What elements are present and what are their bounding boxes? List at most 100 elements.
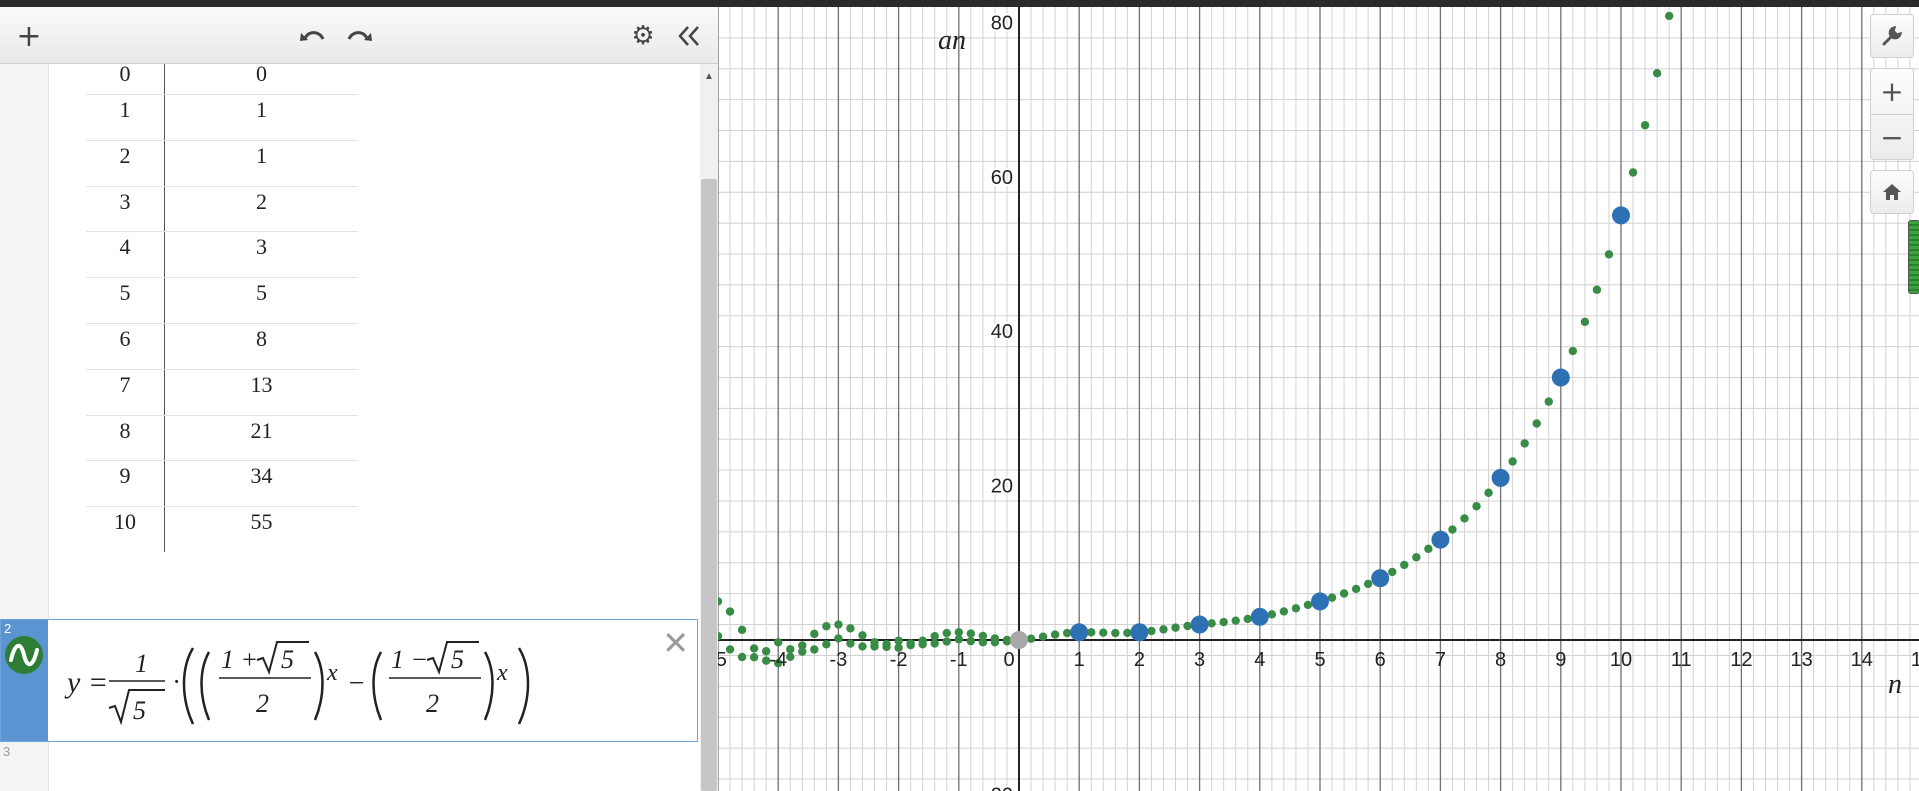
formula-sqrt-five-plus: 5 (281, 645, 294, 674)
x-tick-label: -2 (890, 649, 908, 671)
formula-one: 1 (135, 649, 148, 678)
table-row[interactable]: 10 55 (86, 507, 358, 552)
home-icon[interactable] (1870, 170, 1914, 214)
plus-icon[interactable]: + (12, 19, 46, 54)
x-tick-label: 2 (1134, 649, 1145, 671)
table-cell-n[interactable]: 9 (86, 461, 165, 507)
top-bar (0, 0, 1919, 7)
y-tick-label: 20 (991, 476, 1013, 498)
table-cell-an[interactable]: 21 (165, 416, 358, 461)
table-cell-an[interactable]: 0 (165, 64, 358, 94)
table-point (1070, 623, 1089, 642)
x-tick-label: -4 (769, 649, 787, 671)
expression-number: 3 (3, 744, 11, 759)
table-cell-n[interactable]: 4 (86, 232, 165, 278)
table-point (1431, 530, 1450, 549)
table-row[interactable]: 7 13 (86, 369, 358, 416)
expression-color-tab[interactable]: 2 (1, 620, 48, 741)
formula-exp-minus: x (496, 660, 508, 686)
curve-dot (1327, 593, 1337, 602)
expression-row-formula[interactable]: 2 ✕ y = 1 5 · 1 + 5 2 x − 1 − 5 2 x (0, 619, 698, 742)
curve-dot (1062, 628, 1072, 638)
table-cell-an[interactable]: 13 (165, 370, 358, 415)
table-cell-n[interactable]: 5 (86, 278, 165, 323)
y-axis-label: an (938, 25, 966, 56)
table-cell-an[interactable]: 2 (165, 187, 358, 232)
curve-dot (1303, 600, 1313, 610)
curve-dot (966, 629, 976, 638)
curve-dot (1412, 553, 1421, 562)
table-row[interactable]: 8 21 (86, 415, 358, 462)
curve-dot-lower (990, 638, 1000, 647)
x-tick-label: 8 (1495, 649, 1506, 671)
curve-dot-lower (906, 639, 915, 648)
graph-paper[interactable]: -5-4-3-2-1012345678910111213141580604020… (718, 7, 1919, 791)
curve-dot-lower (725, 645, 735, 654)
curve-dot-lower (882, 639, 891, 649)
formula-dot: · (173, 667, 180, 696)
scrollbar-thumb[interactable] (701, 179, 717, 791)
curve-dot (1171, 623, 1180, 632)
table-cell-an[interactable]: 1 (165, 141, 358, 186)
table-row[interactable]: 68 (86, 323, 358, 370)
wave-graph-icon[interactable] (5, 636, 43, 674)
double-chevron-left-icon[interactable] (672, 19, 706, 53)
table-cell-an[interactable]: 3 (165, 232, 358, 277)
curve-dot-lower (870, 642, 879, 651)
table-row[interactable]: 55 (86, 278, 358, 324)
curve-dot-lower (810, 645, 819, 654)
curve-dot (1484, 488, 1493, 497)
formula-math[interactable]: y = 1 5 · 1 + 5 2 x − 1 − 5 2 x (63, 636, 643, 730)
graph-canvas[interactable]: -5-4-3-2-1012345678910111213141580604020… (718, 7, 1919, 791)
x-tick-label: 12 (1730, 649, 1752, 671)
curve-dot-lower (834, 634, 843, 643)
table-row[interactable]: 11 (86, 95, 358, 141)
curve-dot-lower (737, 652, 747, 662)
table-cell-n[interactable]: 1 (86, 95, 165, 140)
table-row[interactable]: 9 34 (86, 461, 358, 508)
zoom-out-button[interactable]: − (1871, 114, 1913, 159)
table-cell-n[interactable]: 0 (86, 64, 165, 94)
curve-dot (1544, 397, 1553, 406)
scroll-up-arrow-icon[interactable]: ▲ (704, 71, 714, 82)
x-tick-label: 13 (1790, 649, 1812, 671)
table-cell-n[interactable]: 10 (86, 507, 165, 552)
curve-dot (1568, 346, 1578, 356)
table-cell-an[interactable]: 55 (165, 507, 358, 552)
curve-dot-lower (786, 645, 795, 654)
curve-dot (1604, 250, 1614, 259)
undo-icon[interactable] (296, 19, 330, 53)
zoom-controls: + − (1870, 68, 1914, 160)
table-cell-n[interactable]: 6 (86, 323, 165, 369)
wrench-icon[interactable] (1870, 14, 1914, 58)
zoom-in-button[interactable]: + (1871, 69, 1913, 113)
curve-dot (930, 631, 939, 641)
curve-dot (1448, 525, 1457, 534)
table-cell-an[interactable]: 1 (165, 95, 358, 140)
curve-dot (1339, 589, 1349, 598)
table-cell-n[interactable]: 3 (86, 186, 165, 232)
table-row[interactable]: 00 (86, 64, 358, 95)
curve-dot (1628, 168, 1638, 177)
curve-dot (1580, 317, 1590, 327)
close-icon[interactable]: ✕ (662, 624, 689, 662)
gear-icon[interactable]: ⚙ (626, 19, 660, 53)
table-row[interactable]: 21 (86, 140, 358, 187)
curve-dot-lower (774, 638, 783, 647)
x-tick-label: 4 (1254, 649, 1265, 671)
table-row[interactable]: 32 (86, 186, 358, 233)
table-point (1612, 206, 1630, 225)
table-cell-n[interactable]: 8 (86, 415, 165, 461)
expression-list: 00 11 21 32 43 55 68 7 13 8 21 9 34 10 55 2 … (0, 64, 700, 791)
table-cell-n[interactable]: 7 (86, 369, 165, 415)
formula-den-plus: 2 (256, 689, 269, 718)
x-tick-label: 7 (1435, 649, 1446, 671)
audio-trace-meter (1908, 220, 1919, 294)
table-cell-an[interactable]: 5 (165, 278, 358, 323)
table-cell-an[interactable]: 34 (165, 461, 358, 506)
redo-icon[interactable] (342, 19, 376, 53)
table-point (1551, 368, 1570, 387)
table-cell-an[interactable]: 8 (165, 324, 358, 369)
table-row[interactable]: 43 (86, 232, 358, 279)
table-cell-n[interactable]: 2 (86, 140, 165, 186)
